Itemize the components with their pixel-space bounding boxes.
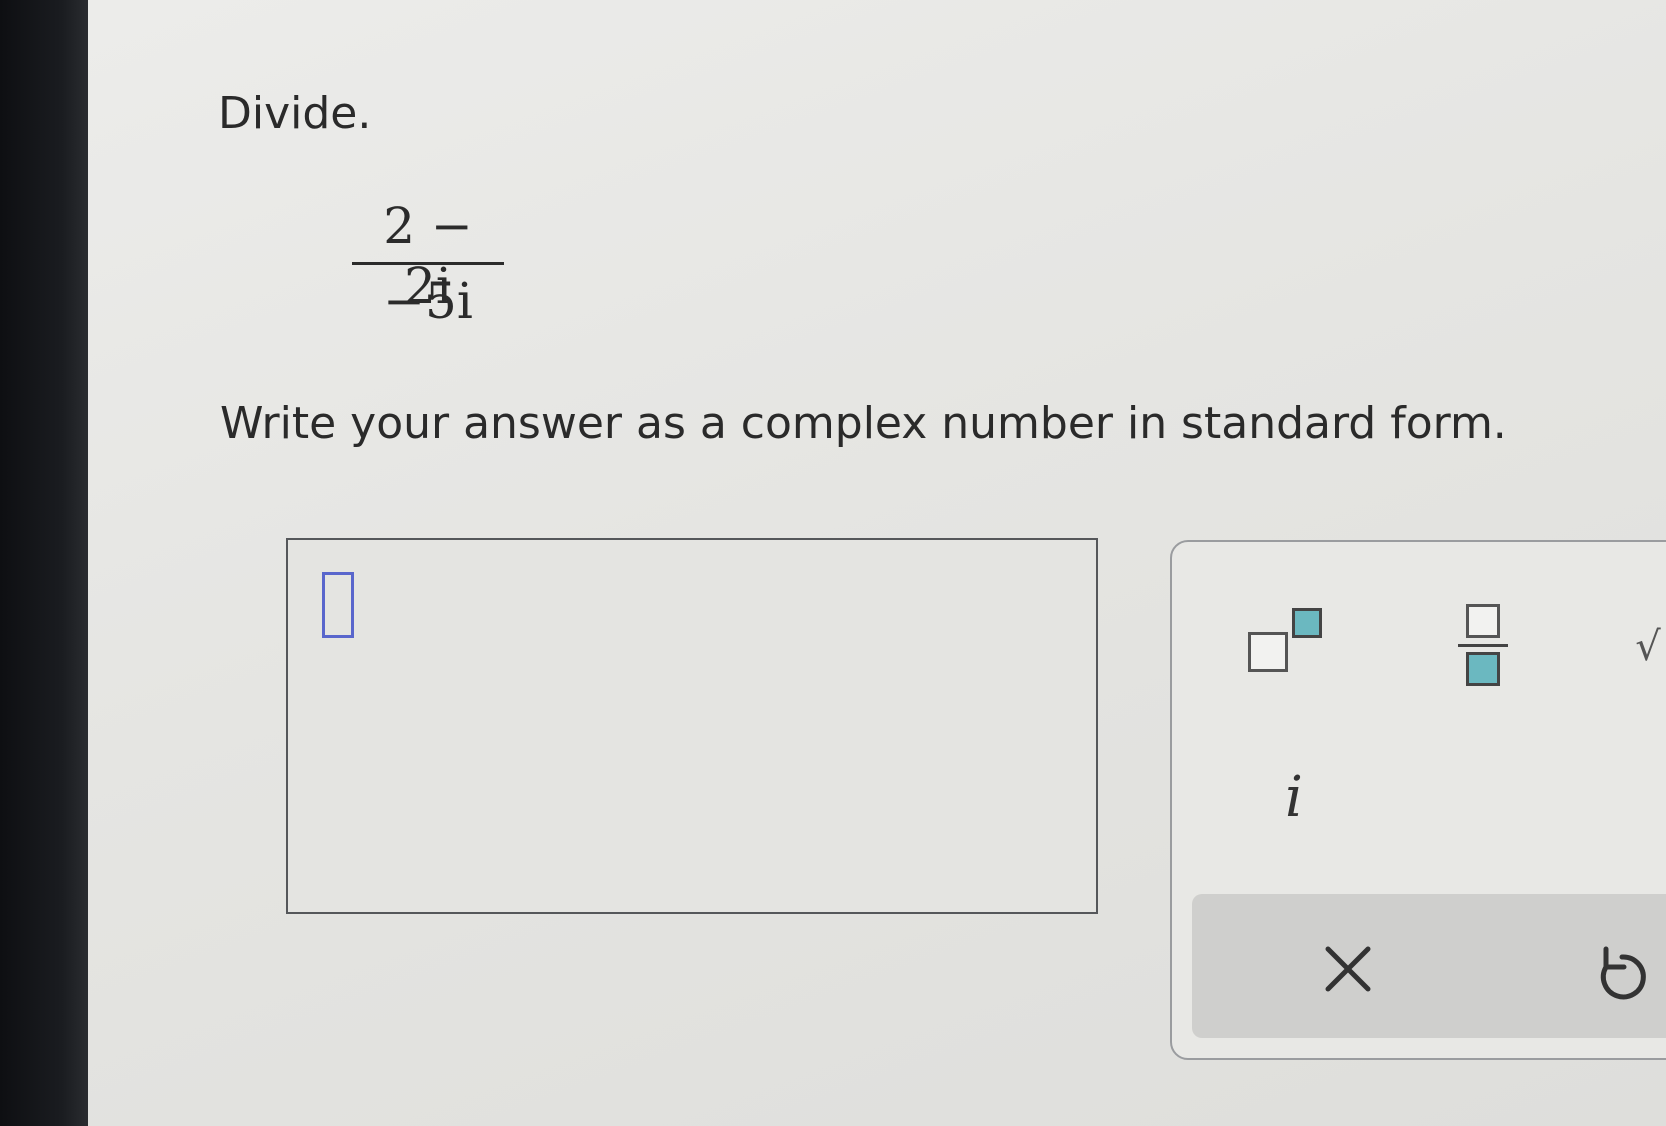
answer-input[interactable]	[286, 538, 1098, 914]
fraction-key-numerator-box	[1466, 604, 1500, 638]
answer-cursor-placeholder[interactable]	[322, 572, 354, 638]
superscript-exponent-box	[1292, 608, 1322, 638]
square-root-key[interactable]: √	[1628, 622, 1666, 672]
problem-fraction: 2 − 2i −5i	[352, 196, 504, 331]
instruction-text: Write your answer as a complex number in…	[220, 398, 1507, 449]
fraction-key[interactable]	[1446, 598, 1526, 698]
undo-button[interactable]	[1576, 934, 1656, 1014]
square-root-icon: √	[1635, 624, 1661, 670]
fraction-key-bar	[1458, 644, 1508, 647]
fraction-key-denominator-box	[1466, 652, 1500, 686]
problem-title: Divide.	[218, 88, 372, 139]
fraction-denominator: −5i	[383, 272, 473, 330]
math-keypad: √ i	[1170, 540, 1666, 1060]
undo-icon	[1600, 946, 1646, 1000]
keypad-action-bar	[1192, 894, 1666, 1038]
close-icon	[1325, 946, 1371, 992]
clear-button[interactable]	[1302, 928, 1382, 1008]
imaginary-unit-key[interactable]: i	[1264, 762, 1324, 832]
superscript-base-box	[1248, 632, 1288, 672]
superscript-key[interactable]	[1238, 598, 1338, 678]
monitor-bezel	[0, 0, 88, 1126]
fraction-numerator: 2 − 2i	[383, 197, 473, 315]
